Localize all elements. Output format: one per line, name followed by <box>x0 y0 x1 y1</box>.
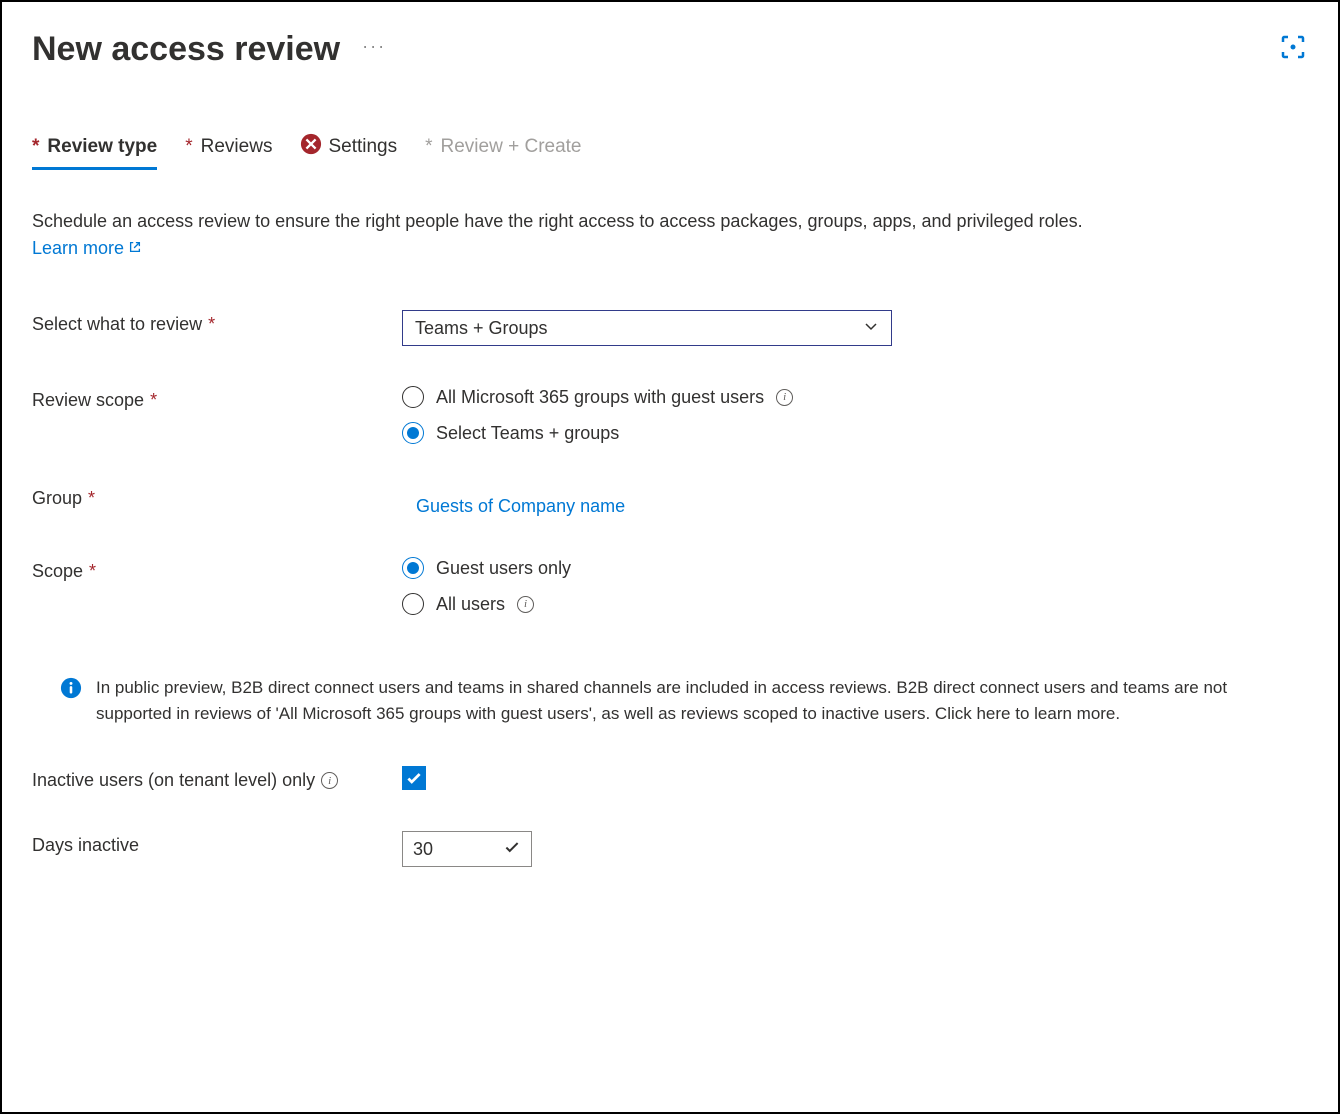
radio-icon <box>402 593 424 615</box>
focus-mode-icon[interactable] <box>1278 32 1308 67</box>
review-scope-label: Review scope* <box>32 386 402 411</box>
error-icon <box>300 133 322 161</box>
radio-label: Guest users only <box>436 558 571 579</box>
info-icon <box>60 675 82 726</box>
scope-label: Scope* <box>32 557 402 582</box>
check-icon <box>503 838 521 861</box>
radio-label: Select Teams + groups <box>436 423 619 444</box>
dropdown-value: Teams + Groups <box>415 318 548 339</box>
tab-label: Review + Create <box>441 136 582 158</box>
days-inactive-label: Days inactive <box>32 831 402 856</box>
radio-icon <box>402 422 424 444</box>
tab-bar: *Review type *Reviews Settings *Review +… <box>32 133 1308 172</box>
radio-all-users[interactable]: All users i <box>402 593 1308 615</box>
radio-select-teams-groups[interactable]: Select Teams + groups <box>402 422 1308 444</box>
days-inactive-input[interactable]: 30 <box>402 831 532 867</box>
radio-label: All Microsoft 365 groups with guest user… <box>436 387 764 408</box>
page-title: New access review <box>32 30 340 69</box>
group-selection-link[interactable]: Guests of Company name <box>402 484 1308 517</box>
tab-review-create[interactable]: *Review + Create <box>425 136 581 168</box>
chevron-down-icon <box>863 318 879 339</box>
days-value: 30 <box>413 839 433 860</box>
more-actions-button[interactable]: ··· <box>362 36 386 63</box>
info-banner: In public preview, B2B direct connect us… <box>60 675 1280 726</box>
inactive-users-label: Inactive users (on tenant level) only i <box>32 766 402 791</box>
learn-more-link[interactable]: Learn more <box>32 235 142 262</box>
tab-review-type[interactable]: *Review type <box>32 136 157 168</box>
info-icon[interactable]: i <box>517 596 534 613</box>
radio-icon <box>402 386 424 408</box>
radio-all-365-groups[interactable]: All Microsoft 365 groups with guest user… <box>402 386 1308 408</box>
select-what-label: Select what to review* <box>32 310 402 335</box>
tab-label: Review type <box>47 136 157 158</box>
link-label: Learn more <box>32 235 124 262</box>
info-banner-text: In public preview, B2B direct connect us… <box>96 675 1280 726</box>
group-label: Group* <box>32 484 402 509</box>
radio-guest-users-only[interactable]: Guest users only <box>402 557 1308 579</box>
intro-text: Schedule an access review to ensure the … <box>32 211 1083 231</box>
tab-label: Reviews <box>201 136 273 158</box>
tab-settings[interactable]: Settings <box>300 133 397 171</box>
radio-icon <box>402 557 424 579</box>
external-link-icon <box>128 235 142 262</box>
tab-label: Settings <box>328 136 397 158</box>
tab-reviews[interactable]: *Reviews <box>185 136 272 168</box>
radio-label: All users <box>436 594 505 615</box>
select-what-dropdown[interactable]: Teams + Groups <box>402 310 892 346</box>
inactive-users-checkbox[interactable] <box>402 766 426 790</box>
info-icon[interactable]: i <box>321 772 338 789</box>
info-icon[interactable]: i <box>776 389 793 406</box>
